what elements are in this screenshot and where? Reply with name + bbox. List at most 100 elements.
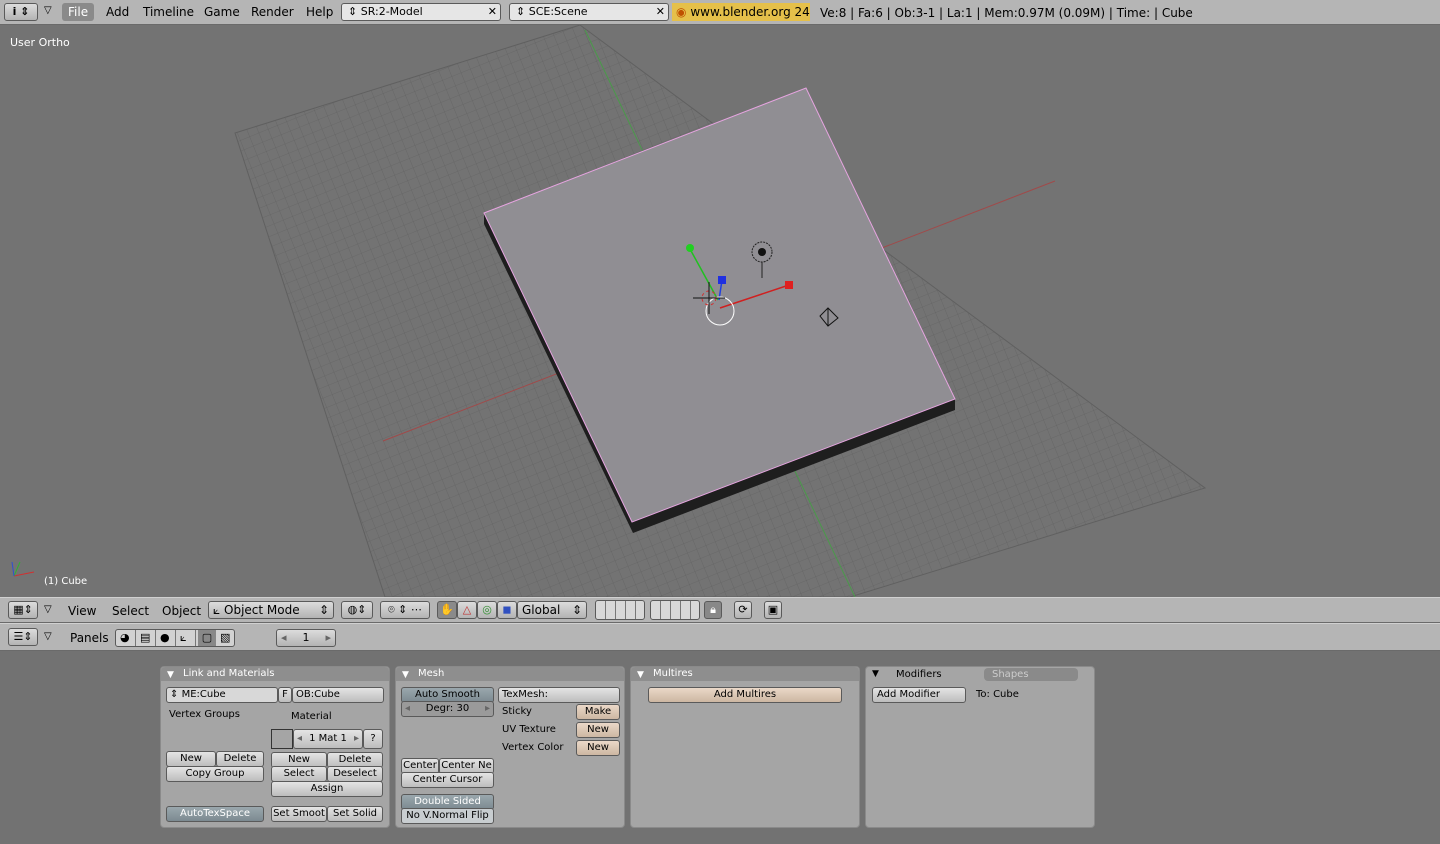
object-name-field[interactable]: OB:Cube: [292, 687, 384, 703]
collapse-menu-icon[interactable]: ▽: [44, 631, 52, 642]
tab-modifiers[interactable]: ▼ Modifiers: [866, 667, 984, 682]
editor-type-grid-button[interactable]: ▦⇕: [8, 601, 38, 619]
menu-panels[interactable]: Panels: [64, 629, 115, 647]
axis-gizmo-x: [13, 571, 35, 577]
shading-icon[interactable]: ●: [160, 630, 170, 646]
collapse-triangle-icon[interactable]: ▼: [872, 667, 879, 682]
object-icon[interactable]: ⟀: [180, 630, 187, 646]
viewport-scene[interactable]: [0, 25, 1440, 597]
menu-object[interactable]: Object: [156, 602, 207, 620]
texmesh-field[interactable]: TexMesh:: [498, 687, 620, 703]
add-multires-button[interactable]: Add Multires: [648, 687, 842, 703]
material-select-button[interactable]: Select: [271, 766, 327, 782]
draw-type-selector[interactable]: ◍⇕: [341, 601, 373, 619]
panel-header[interactable]: ▼ Mesh: [396, 667, 624, 681]
screen-name: SR:2-Model: [360, 5, 423, 18]
modifier-target-label: To: Cube: [976, 689, 1019, 700]
no-vnormal-flip-toggle[interactable]: No V.Normal Flip: [401, 808, 494, 824]
3d-viewport[interactable]: User Ortho (1) Cube: [0, 25, 1440, 597]
material-index-field[interactable]: ◂ 1 Mat 1 ▸: [293, 729, 363, 749]
uv-texture-new-button[interactable]: New: [576, 722, 620, 738]
menu-game[interactable]: Game: [198, 3, 246, 21]
blender-logo-icon: ◉: [676, 5, 687, 19]
degree-field[interactable]: ◂ Degr: 30 ▸: [401, 701, 494, 717]
axis-gizmo-y: [13, 561, 21, 577]
center-cursor-button[interactable]: Center Cursor: [401, 772, 494, 788]
3d-view-header: ▦⇕ ▽ View Select Object ⟀ Object Mode ⇕ ◍…: [0, 597, 1440, 623]
scale-button[interactable]: ◼: [497, 601, 517, 619]
close-icon[interactable]: ✕: [488, 4, 497, 20]
panel-header[interactable]: ▼ Link and Materials: [161, 667, 389, 681]
active-object-label: (1) Cube: [44, 576, 88, 587]
multires-panel: ▼ Multires Add Multires: [630, 666, 860, 828]
screen-selector[interactable]: ⇕ SR:2-Model ✕: [341, 3, 501, 21]
menu-view[interactable]: View: [62, 602, 102, 620]
proportional-button[interactable]: ⟳: [734, 601, 752, 619]
close-icon[interactable]: ✕: [656, 4, 665, 20]
vgroup-delete-button[interactable]: Delete: [216, 751, 264, 767]
fake-user-button[interactable]: F: [278, 687, 292, 703]
lock-button[interactable]: 🔒︎: [704, 601, 722, 619]
sticky-make-button[interactable]: Make: [576, 704, 620, 720]
editor-type-buttons-button[interactable]: ☰⇕: [8, 628, 38, 646]
scene-icon[interactable]: ▧: [220, 630, 230, 646]
menu-select[interactable]: Select: [106, 602, 155, 620]
collapse-triangle-icon[interactable]: ▼: [637, 668, 644, 682]
object-mode-icon: ⟀: [213, 603, 221, 617]
material-help-button[interactable]: ?: [363, 729, 383, 749]
buttons-header: ☰⇕ ▽ Panels ◕ ▤ ● ⟀ ▢ ▧ ◂ 1 ▸: [0, 623, 1440, 651]
menu-help[interactable]: Help: [300, 3, 339, 21]
menu-render[interactable]: Render: [245, 3, 300, 21]
translate-button[interactable]: △: [457, 601, 477, 619]
collapse-menu-icon[interactable]: ▽: [44, 604, 52, 615]
material-color-swatch[interactable]: [271, 729, 293, 749]
collapse-triangle-icon[interactable]: ▼: [402, 668, 409, 682]
panel-header[interactable]: ▼ Multires: [631, 667, 859, 681]
editing-icon[interactable]: ▢: [198, 630, 216, 646]
tab-shapes[interactable]: Shapes: [984, 668, 1078, 681]
sticky-label: Sticky: [502, 706, 532, 717]
view-label: User Ortho: [10, 36, 70, 49]
logic-icon[interactable]: ◕: [120, 630, 130, 646]
add-modifier-button[interactable]: Add Modifier: [872, 687, 966, 703]
rotate-button[interactable]: ◎: [477, 601, 497, 619]
uv-texture-label: UV Texture: [502, 724, 556, 735]
set-smooth-button[interactable]: Set Smoot: [271, 806, 327, 822]
mesh-panel: ▼ Mesh Auto Smooth ◂ Degr: 30 ▸ TexMesh: St…: [395, 666, 625, 828]
mode-selector[interactable]: ⟀ Object Mode ⇕: [208, 601, 334, 619]
vertex-groups-label: Vertex Groups: [169, 709, 240, 720]
mesh-selector[interactable]: ⇕ ME:Cube: [166, 687, 278, 703]
copy-group-button[interactable]: Copy Group: [166, 766, 264, 782]
scene-selector[interactable]: ⇕ SCE:Scene ✕: [509, 3, 669, 21]
translate-icon: △: [462, 603, 472, 616]
orientation-selector[interactable]: Global ⇕: [517, 601, 587, 619]
autotexspace-toggle[interactable]: AutoTexSpace: [166, 806, 264, 822]
modifiers-panel: ▼ Modifiers Shapes Add Modifier To: Cube: [865, 666, 1095, 828]
scene-stats: Ve:8 | Fa:6 | Ob:3-1 | La:1 | Mem:0.97M …: [820, 6, 1193, 20]
set-solid-button[interactable]: Set Solid: [327, 806, 383, 822]
collapse-menu-icon[interactable]: ▽: [44, 5, 52, 16]
material-deselect-button[interactable]: Deselect: [327, 766, 383, 782]
layers-row-1[interactable]: [595, 600, 645, 620]
draw-type-icon: ◍: [347, 603, 358, 616]
blender-site-label: ◉ www.blender.org 248: [672, 3, 810, 21]
menu-timeline[interactable]: Timeline: [137, 3, 200, 21]
menu-file[interactable]: File: [62, 3, 95, 21]
pivot-icon: ⌾: [388, 603, 395, 616]
frame-field[interactable]: ◂ 1 ▸: [276, 629, 336, 647]
material-assign-button[interactable]: Assign: [271, 781, 383, 797]
editor-type-info-button[interactable]: i ⇕: [4, 3, 38, 21]
vertex-color-new-button[interactable]: New: [576, 740, 620, 756]
render-preview-button[interactable]: ▣: [764, 601, 782, 619]
manipulator-toggle[interactable]: ✋: [437, 601, 457, 619]
context-buttons[interactable]: ◕ ▤ ● ⟀ ▢ ▧: [115, 629, 235, 647]
rotate-icon: ◎: [482, 603, 492, 616]
layers-row-2[interactable]: [650, 600, 700, 620]
script-icon[interactable]: ▤: [140, 630, 150, 646]
pivot-selector[interactable]: ⌾ ⇕ ⋯: [380, 601, 430, 619]
collapse-triangle-icon[interactable]: ▼: [167, 668, 174, 682]
material-label: Material: [291, 711, 332, 722]
render-icon: ▣: [767, 603, 779, 616]
menu-add[interactable]: Add: [100, 3, 135, 21]
vgroup-new-button[interactable]: New: [166, 751, 216, 767]
